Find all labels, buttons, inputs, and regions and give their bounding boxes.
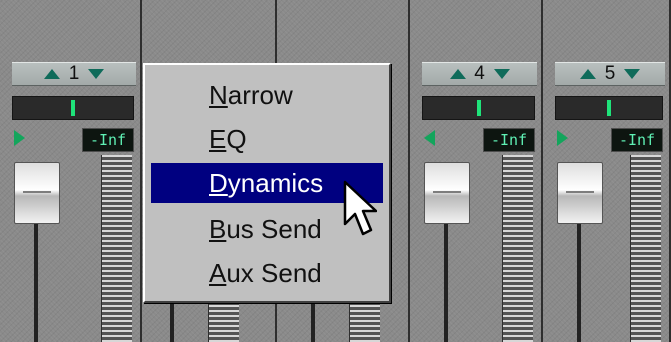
menu-item-mnemonic: E xyxy=(209,124,227,154)
pan-meter[interactable] xyxy=(12,96,134,120)
level-scale xyxy=(502,155,533,342)
menu-item-aux-send[interactable]: Aux Send xyxy=(151,253,383,293)
triangle-down-icon[interactable] xyxy=(624,69,640,79)
triangle-down-icon[interactable] xyxy=(493,69,510,79)
play-icon[interactable] xyxy=(557,130,568,146)
menu-item-label: Q xyxy=(226,124,247,154)
menu-item-label: arrow xyxy=(227,80,293,110)
fader-line xyxy=(433,191,461,193)
fader-line xyxy=(566,191,594,193)
pan-indicator xyxy=(71,100,75,116)
level-scale xyxy=(101,155,132,342)
triangle-down-icon[interactable] xyxy=(88,69,104,79)
fader-knob[interactable] xyxy=(424,162,470,224)
menu-item-mnemonic: N xyxy=(209,80,228,110)
channel-strip-1: 1 -Inf xyxy=(0,0,142,342)
mixer: 1 -Inf 4 -Inf 5 -Inf Narrow EQ Dynamics … xyxy=(0,0,671,342)
channel-header-5: 5 xyxy=(555,62,665,86)
fader-track xyxy=(444,222,448,342)
channel-number[interactable]: 1 xyxy=(68,64,80,84)
level-readout: -Inf xyxy=(483,128,535,152)
menu-item-eq[interactable]: EQ xyxy=(151,119,383,159)
level-scale xyxy=(349,300,380,342)
channel-header-4: 4 xyxy=(422,62,537,86)
pan-meter[interactable] xyxy=(555,96,663,120)
level-readout: -Inf xyxy=(82,128,134,152)
channel-number[interactable]: 5 xyxy=(604,64,616,84)
menu-item-label: ynamics xyxy=(227,168,324,198)
triangle-up-icon[interactable] xyxy=(44,69,60,79)
triangle-up-icon[interactable] xyxy=(580,69,596,79)
channel-number[interactable]: 4 xyxy=(474,64,486,84)
play-icon[interactable] xyxy=(14,130,25,146)
channel-strip-4: 4 -Inf xyxy=(410,0,543,342)
menu-item-mnemonic: D xyxy=(209,168,228,198)
channel-header-1: 1 xyxy=(12,62,136,86)
fader-knob[interactable] xyxy=(557,162,603,224)
fader-knob[interactable] xyxy=(14,162,60,224)
menu-item-label: ux Send xyxy=(226,258,322,288)
fader-track xyxy=(577,222,581,342)
pan-indicator xyxy=(476,100,481,116)
menu-item-label: us Send xyxy=(226,214,322,244)
pan-meter[interactable] xyxy=(422,96,535,120)
menu-item-narrow[interactable]: Narrow xyxy=(151,75,383,115)
menu-item-mnemonic: B xyxy=(209,214,227,244)
menu-item-mnemonic: A xyxy=(209,258,227,288)
level-scale xyxy=(208,300,239,342)
level-readout: -Inf xyxy=(611,128,663,152)
play-icon[interactable] xyxy=(424,130,435,146)
fader-line xyxy=(23,191,51,193)
pan-indicator xyxy=(607,100,611,116)
triangle-up-icon[interactable] xyxy=(449,69,466,79)
fader-track xyxy=(34,222,38,342)
channel-strip-5: 5 -Inf xyxy=(543,0,671,342)
level-scale xyxy=(630,155,661,342)
mouse-cursor-icon xyxy=(343,180,377,236)
